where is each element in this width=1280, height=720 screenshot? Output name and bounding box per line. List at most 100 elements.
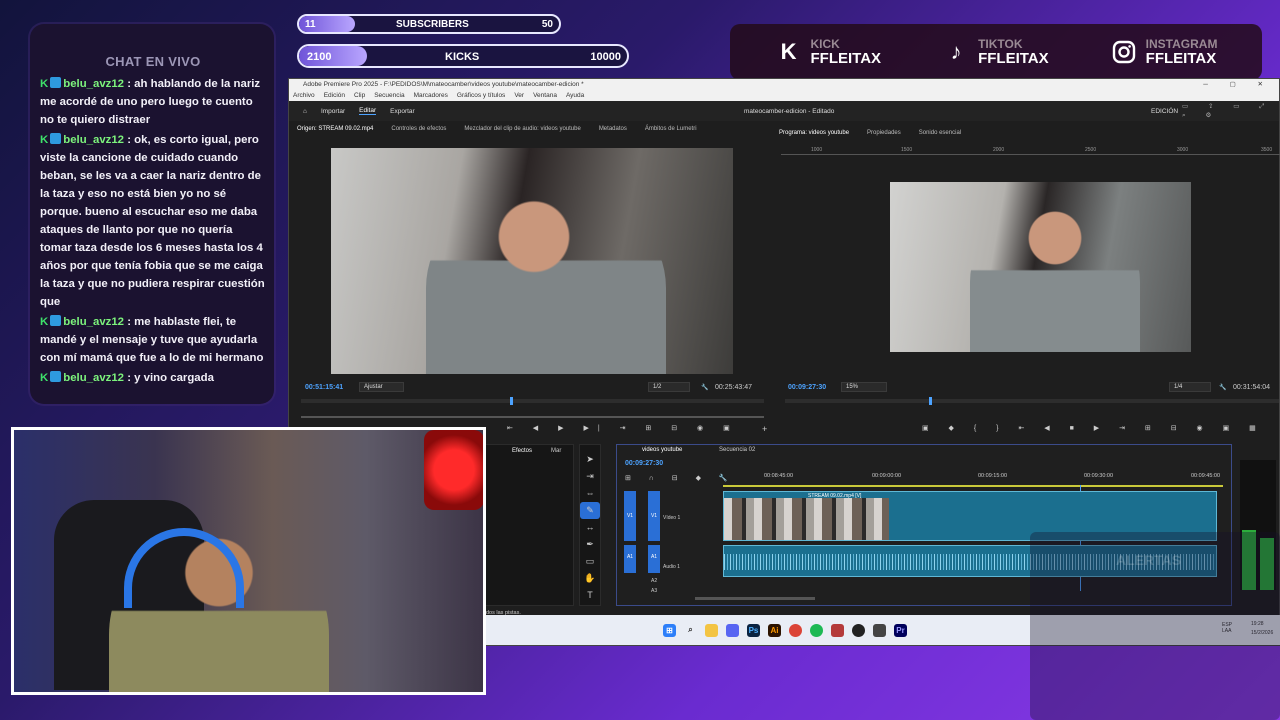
track-select-icon[interactable]: ⇥ [580,468,600,485]
menu-secuencia[interactable]: Secuencia [374,90,404,101]
program-tabs: Programa: videos youtube Propiedades Son… [779,130,961,136]
ruler-tick: 3500 [1261,147,1273,153]
track-a3[interactable]: A3 [651,588,657,594]
tab-effect-controls[interactable]: Controles de efectos [391,126,446,132]
add-button-icon[interactable]: + [762,424,767,434]
type-tool-icon[interactable]: T [580,587,600,604]
tab-source[interactable]: Origen: STREAM 09.02.mp4 [297,126,373,132]
tab-program[interactable]: Programa: videos youtube [779,130,849,136]
chat-message: Kbelu_avz12 : me hablaste flei, te mandé… [40,313,266,367]
workspace-label[interactable]: EDICIÓN [1151,108,1178,115]
menu-marcadores[interactable]: Marcadores [414,90,448,101]
source-person [426,198,666,374]
badge-icon [50,133,62,144]
track-a2[interactable]: A2 [651,578,657,584]
tab-audio-mixer[interactable]: Mezclador del clip de audio: videos yout… [464,126,580,132]
tab-properties[interactable]: Propiedades [867,130,901,136]
premiere-icon[interactable]: Pr [894,623,907,637]
tab-metadata[interactable]: Metadatos [599,126,627,132]
spotify-icon[interactable] [810,623,823,637]
kicks-goal-bar: 2100 KICKS 10000 [297,44,629,68]
chat-text: : ok, es corto igual, pero viste la canc… [40,134,265,308]
tab-markers[interactable]: Mar [551,448,561,454]
ripple-edit-icon[interactable]: ⇔ [580,485,600,502]
ruler-tick: 1000 [811,147,823,153]
menu-graficos[interactable]: Gráficos y títulos [457,90,505,101]
track-v1-target[interactable]: V1 [648,491,660,541]
tab-sequence-02[interactable]: Secuencia 02 [719,447,755,453]
menu-ayuda[interactable]: Ayuda [566,90,584,101]
social-kick: K KICK FFLEITAX [775,36,882,67]
tab-import[interactable]: Importar [321,108,345,115]
clip-thumbnails [724,498,889,540]
menu-ventana[interactable]: Ventana [533,90,557,101]
kick-platform: KICK [810,36,840,51]
slip-tool-icon[interactable]: ↔ [580,519,600,536]
folder-icon[interactable] [705,623,718,637]
obs-icon[interactable] [852,623,865,637]
start-icon[interactable]: ⊞ [663,623,676,637]
program-ratio-select[interactable]: 1/4 [1169,382,1211,392]
tiktok-icon: ♪ [950,39,962,64]
kicks-goal: 10000 [590,51,621,63]
track-a1-target[interactable]: A1 [648,545,660,573]
kicks-label: KICKS [445,51,480,63]
app2-icon[interactable] [873,623,886,637]
menu-clip[interactable]: Clip [354,90,365,101]
source-duration: 00:25:43:47 [715,384,752,391]
source-transport[interactable]: ⇤ ◀ ▶ ▶| ⇥ ⊞ ⊟ ◉ ▣ [507,424,739,432]
source-zoom-bar[interactable] [301,416,764,418]
home-icon[interactable]: ⌂ [303,108,307,115]
window-controls[interactable]: ─ ▢ ✕ [1203,79,1273,90]
ruler-tick: 00:08:45:00 [764,473,794,479]
kick-badge-icon: K [40,372,49,384]
chrome-icon[interactable] [789,623,802,637]
menu-edicion[interactable]: Edición [324,90,345,101]
tab-essential-sound[interactable]: Sonido esencial [919,130,961,136]
timeline-scrollbar[interactable] [695,597,815,600]
discord-icon[interactable] [726,623,739,637]
track-a1-source[interactable]: A1 [624,545,636,573]
program-duration: 00:31:54:04 [1233,384,1270,391]
menu-ver[interactable]: Ver [514,90,524,101]
selection-tool-icon[interactable]: ➤ [580,451,600,468]
pen-tool-icon[interactable]: ✒ [580,536,600,553]
chat-text: : y vino cargada [127,372,214,384]
source-scrubber[interactable] [301,397,764,405]
tab-export[interactable]: Exportar [390,108,415,115]
wrench-icon[interactable]: 🔧 [701,384,708,391]
program-scrubber[interactable] [785,397,1279,405]
hand-tool-icon[interactable]: ✋ [580,570,600,587]
search-icon[interactable]: ⌕ [684,624,697,637]
menu-archivo[interactable]: Archivo [293,90,315,101]
window-titlebar: Adobe Premiere Pro 2025 - F:\PEDIDOS\M\m… [289,79,1279,90]
tab-effects[interactable]: Efectos [512,448,532,454]
instagram-handle: FFLEITAX [1145,49,1217,67]
app-icon[interactable] [831,623,844,637]
tab-edit[interactable]: Editar [359,107,377,115]
program-person [970,202,1140,352]
track-audio-name: Audio 1 [663,564,680,570]
source-ratio-select[interactable]: 1/2 [648,382,690,392]
timeline-tool-buttons[interactable]: ⊞ ∩ ⊟ ◆ 🔧 [625,474,736,482]
tab-sequence-main[interactable]: videos youtube [642,447,682,453]
chat-username: belu_avz12 [63,316,125,328]
photoshop-icon[interactable]: Ps [747,623,760,637]
ruler-tick: 3000 [1177,147,1189,153]
program-transport[interactable]: ▣ ◆ { } ⇤ ◀ ■ ▶ ⇥ ⊞ ⊟ ◉ ▣ ▦ [922,424,1265,432]
illustrator-icon[interactable]: Ai [768,623,781,637]
program-zoom-select[interactable]: 15% [841,382,887,392]
rect-tool-icon[interactable]: ▭ [580,553,600,570]
tiktok-platform: TIKTOK [978,36,1023,51]
header-icons[interactable]: ▭ ⇪ ▭ ⤢ ⌕ ⚙ [1182,102,1279,120]
subscribers-current: 11 [305,19,316,30]
kick-badge-icon: K [40,134,49,146]
source-fit-select[interactable]: Ajustar [359,382,404,392]
track-v1-source[interactable]: V1 [624,491,636,541]
tab-lumetri[interactable]: Ámbitos de Lumetri [645,126,697,132]
ruler-tick: 1500 [901,147,913,153]
razor-tool-icon[interactable]: ✎ [580,502,600,519]
badge-icon [50,371,62,382]
wrench-icon[interactable]: 🔧 [1219,384,1226,391]
subscribers-goal-bar: 11 SUBSCRIBERS 50 [297,14,561,34]
